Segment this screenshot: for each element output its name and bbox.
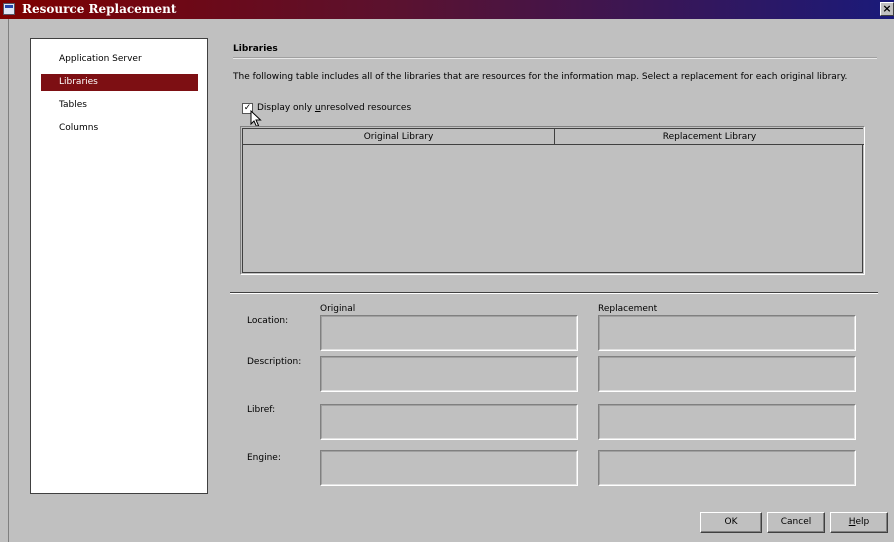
label-text-after: nresolved resources: [320, 103, 412, 113]
help-mnemonic: H: [848, 517, 856, 527]
title-bar[interactable]: Resource Replacement ×: [0, 0, 894, 19]
unresolved-only-label[interactable]: Display only unresolved resources: [257, 102, 411, 115]
window-frame: [0, 19, 9, 542]
label-text-before: Display only: [257, 103, 315, 113]
library-table-body[interactable]: Original Library Replacement Library: [242, 128, 864, 273]
section-description: The following table includes all of the …: [233, 72, 848, 82]
window-title: Resource Replacement: [22, 2, 177, 16]
help-label-rest: elp: [855, 517, 870, 527]
section-divider: [233, 57, 877, 59]
library-table[interactable]: Original Library Replacement Library: [240, 126, 865, 275]
nav-item-libraries[interactable]: Libraries: [41, 74, 198, 91]
column-header-original-library[interactable]: Original Library: [243, 129, 555, 145]
navigation-list: Application Server Libraries Tables Colu…: [30, 38, 208, 494]
ok-button[interactable]: OK: [700, 512, 762, 533]
help-button[interactable]: Help: [830, 512, 888, 533]
original-description-field: [320, 356, 578, 392]
replacement-description-field: [598, 356, 856, 392]
nav-item-application-server[interactable]: Application Server: [41, 51, 198, 68]
nav-item-columns[interactable]: Columns: [41, 120, 198, 137]
original-column-heading: Original: [320, 304, 356, 314]
section-title: Libraries: [233, 44, 278, 54]
replacement-engine-field: [598, 450, 856, 486]
original-location-field: [320, 315, 578, 351]
column-header-replacement-library[interactable]: Replacement Library: [555, 129, 864, 145]
close-button[interactable]: ×: [880, 2, 894, 16]
window-icon: [3, 3, 15, 15]
replacement-location-field: [598, 315, 856, 351]
libref-label: Libref:: [247, 405, 276, 415]
nav-item-tables[interactable]: Tables: [41, 97, 198, 114]
details-divider: [230, 292, 878, 294]
description-label: Description:: [247, 357, 302, 367]
cancel-button[interactable]: Cancel: [767, 512, 825, 533]
replacement-libref-field: [598, 404, 856, 440]
original-libref-field: [320, 404, 578, 440]
engine-label: Engine:: [247, 453, 281, 463]
location-label: Location:: [247, 316, 289, 326]
replacement-column-heading: Replacement: [598, 304, 658, 314]
original-engine-field: [320, 450, 578, 486]
